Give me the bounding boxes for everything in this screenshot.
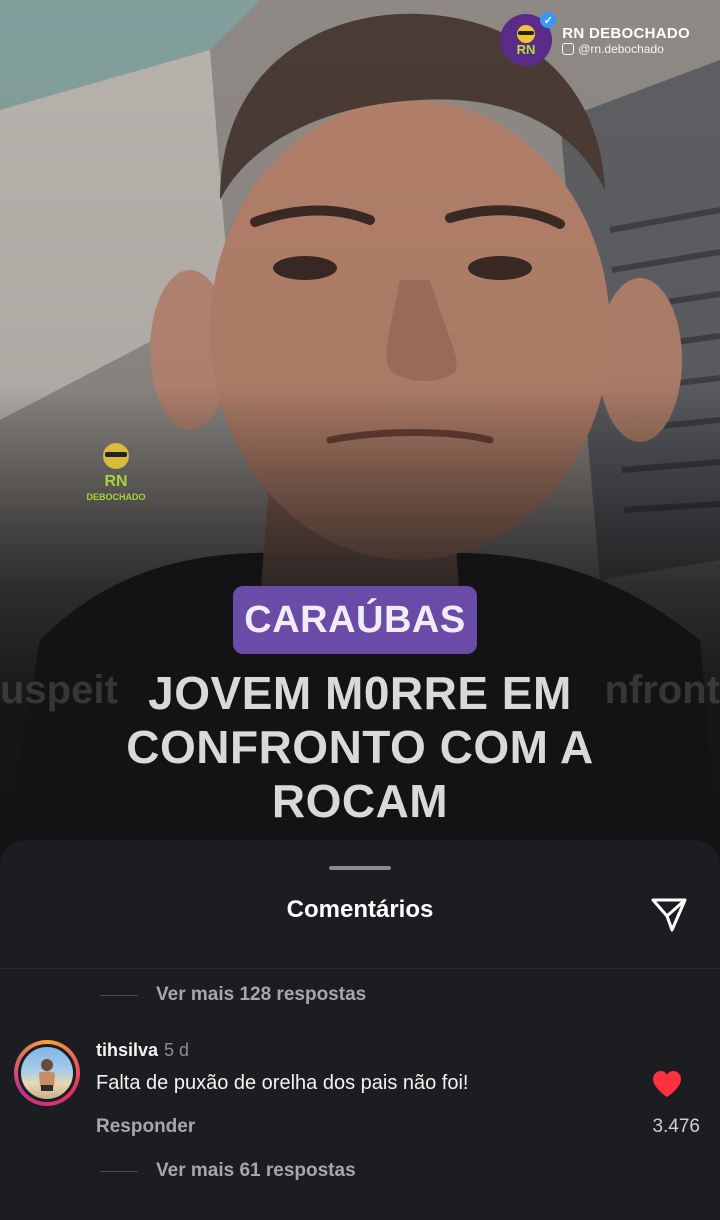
comments-sheet: Comentários Ver mais 128 respostas tihsi… <box>0 840 720 1220</box>
watermark-logo: RN DEBOCHADO <box>84 440 148 510</box>
brand-handle-text: @rn.debochado <box>578 41 664 56</box>
view-more-replies-label: Ver mais 61 respostas <box>156 1160 356 1181</box>
like-count: 3.476 <box>652 1116 700 1137</box>
watermark-icon: RN DEBOCHADO <box>86 443 146 502</box>
sheet-title: Comentários <box>286 896 434 923</box>
brand-header[interactable]: RN ✓ RN DEBOCHADO @rn.debochado <box>500 12 690 66</box>
view-more-replies-button[interactable]: Ver mais 128 respostas <box>100 984 366 1006</box>
svg-text:RN: RN <box>104 473 127 490</box>
brand-handle: @rn.debochado <box>562 42 690 56</box>
verified-badge-icon: ✓ <box>540 12 557 28</box>
reply-thread-line <box>100 1170 138 1172</box>
brand-name: RN DEBOCHADO <box>562 24 690 42</box>
avatar[interactable] <box>18 1044 76 1102</box>
headline-line: JOVEM M0RRE EM <box>148 667 572 719</box>
comment-item: tihsilva 5 d Falta de puxão de orelha dos… <box>0 1036 720 1146</box>
brand-logo-icon: RN <box>517 25 536 57</box>
view-more-replies-button[interactable]: Ver mais 61 respostas <box>100 1160 356 1182</box>
comment-time: 5 d <box>164 1040 190 1060</box>
location-tag: CARAÚBAS <box>233 586 477 654</box>
brand-logo: RN ✓ <box>500 12 557 66</box>
headline-line: ROCAM <box>271 775 449 827</box>
headline: JOVEM M0RRE EM CONFRONTO COM A ROCAM <box>60 666 660 828</box>
post-image[interactable]: RN ✓ RN DEBOCHADO @rn.debochado RN DEBOC… <box>0 0 720 860</box>
sheet-divider <box>0 968 720 969</box>
headline-line: CONFRONTO COM A <box>126 721 594 773</box>
story-ring[interactable] <box>14 1040 80 1106</box>
avatar-photo <box>39 1059 55 1091</box>
svg-text:RN: RN <box>517 42 536 57</box>
reply-thread-line <box>100 994 138 996</box>
svg-text:DEBOCHADO: DEBOCHADO <box>86 492 145 502</box>
comment-username[interactable]: tihsilva 5 d <box>96 1040 189 1061</box>
sheet-grabber[interactable] <box>329 866 391 870</box>
view-more-replies-label: Ver mais 128 respostas <box>156 984 367 1005</box>
reply-button[interactable]: Responder <box>96 1116 195 1138</box>
instagram-icon <box>562 42 575 55</box>
heart-icon[interactable] <box>652 1070 682 1098</box>
send-icon[interactable] <box>648 892 690 934</box>
username-text[interactable]: tihsilva <box>96 1040 158 1060</box>
comment-text: Falta de puxão de orelha dos pais não fo… <box>96 1072 469 1094</box>
